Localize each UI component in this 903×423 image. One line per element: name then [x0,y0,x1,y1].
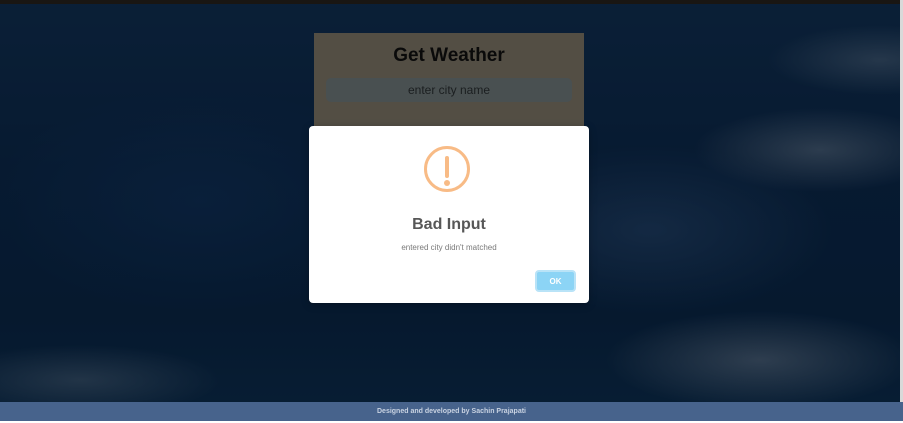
warning-icon [424,146,470,192]
alert-message: entered city didn't matched [401,243,497,252]
ok-button[interactable]: OK [535,270,576,292]
footer-credit: Designed and developed by Sachin Prajapa… [0,402,903,421]
alert-title: Bad Input [412,216,486,233]
warning-icon-dot [444,180,450,186]
alert-dialog: Bad Input entered city didn't matched OK [309,126,589,303]
page: Get Weather Bad Input entered city didn'… [0,0,903,423]
warning-icon-bar [445,156,449,178]
